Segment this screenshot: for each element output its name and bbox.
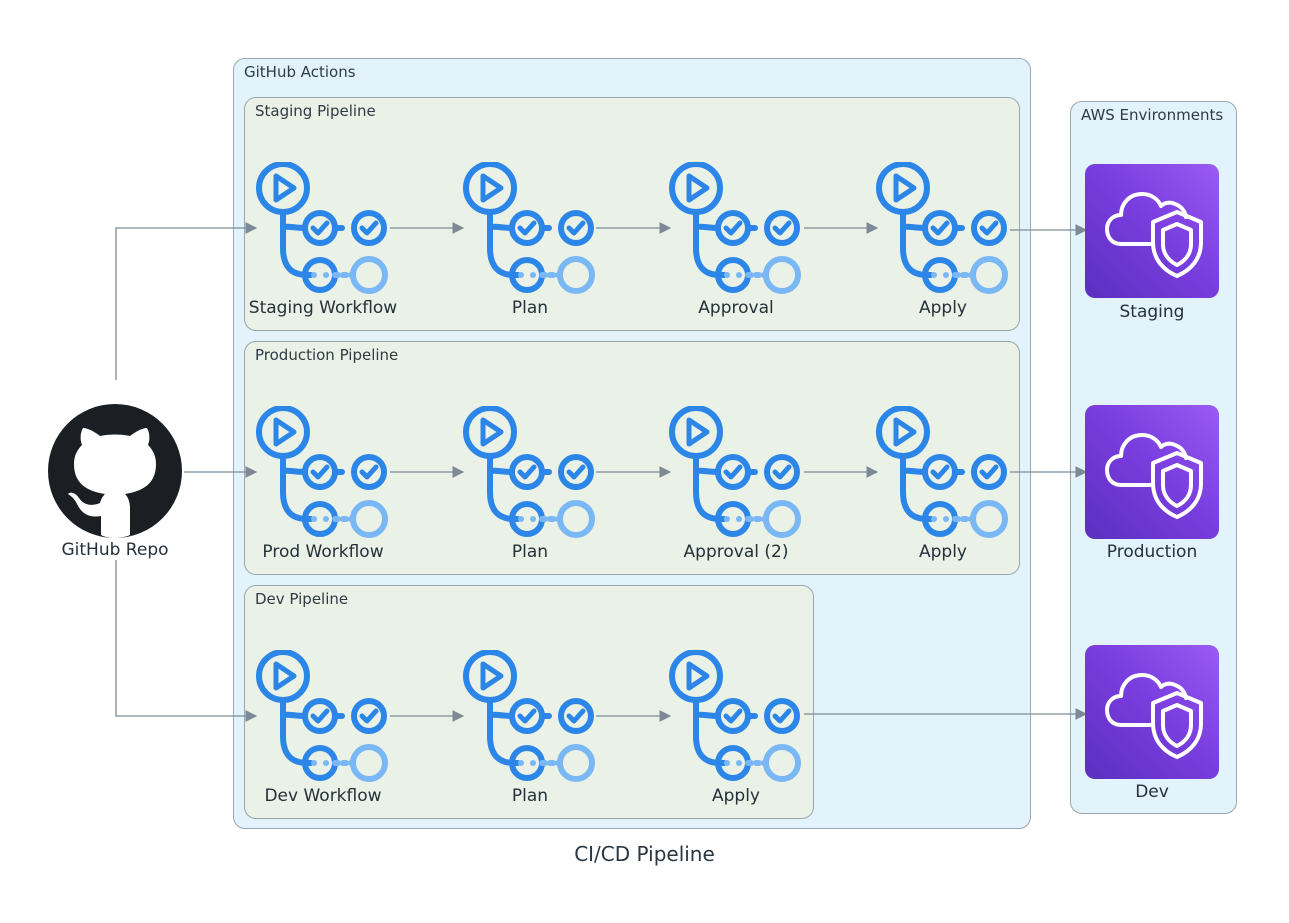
dev-workflow-node[interactable]: Dev Workflow	[255, 649, 391, 810]
aws-cloud-shield-icon	[1085, 405, 1219, 539]
step-label: Apply	[919, 542, 967, 562]
edge-repo-to-staging-workflow	[115, 222, 258, 380]
step-label: Dev Workflow	[264, 786, 382, 806]
step-label: Staging Workflow	[248, 298, 398, 318]
aws-target-label: Staging	[1119, 302, 1185, 322]
aws-cloud-shield-icon	[1085, 645, 1219, 779]
github-actions-workflow-icon	[256, 649, 388, 782]
edge-repo-to-dev-workflow	[115, 560, 258, 722]
diagram-caption: CI/CD Pipeline	[574, 842, 715, 866]
github-actions-workflow-icon	[256, 161, 388, 294]
github-actions-workflow-icon	[463, 161, 595, 294]
dev-apply-node[interactable]: Apply	[668, 649, 804, 810]
github-actions-workflow-icon	[463, 649, 595, 782]
github-actions-workflow-icon	[669, 405, 801, 538]
prod-approval-node[interactable]: Approval (2)	[668, 405, 804, 566]
dev-plan-node[interactable]: Plan	[462, 649, 598, 810]
staging-workflow-node[interactable]: Staging Workflow	[249, 161, 397, 322]
github-octocat-icon	[48, 404, 182, 538]
prod-workflow-node[interactable]: Prod Workflow	[255, 405, 391, 566]
github-actions-workflow-icon	[256, 405, 388, 538]
github-actions-workflow-icon	[463, 405, 595, 538]
staging-apply-node[interactable]: Apply	[875, 161, 1011, 322]
staging-plan-node[interactable]: Plan	[462, 161, 598, 322]
cicd-diagram: GitHub Actions Staging Pipeline Producti…	[0, 0, 1289, 923]
aws-target-label: Production	[1106, 542, 1198, 562]
step-label: Prod Workflow	[262, 542, 384, 562]
step-label: Plan	[511, 542, 549, 562]
step-label: Approval	[698, 298, 774, 318]
prod-apply-node[interactable]: Apply	[875, 405, 1011, 566]
step-label: Approval (2)	[683, 542, 789, 562]
github-actions-workflow-icon	[876, 161, 1008, 294]
aws-dev-node[interactable]: Dev	[1085, 645, 1219, 805]
staging-approval-node[interactable]: Approval	[668, 161, 804, 322]
step-label: Apply	[919, 298, 967, 318]
aws-production-node[interactable]: Production	[1085, 405, 1219, 565]
step-label: Plan	[511, 786, 549, 806]
github-actions-workflow-icon	[876, 405, 1008, 538]
step-label: Apply	[712, 786, 760, 806]
github-repo-node[interactable]: GitHub Repo	[46, 404, 184, 564]
github-actions-workflow-icon	[669, 649, 801, 782]
aws-target-label: Dev	[1135, 782, 1169, 802]
aws-cloud-shield-icon	[1085, 164, 1219, 298]
aws-staging-node[interactable]: Staging	[1085, 164, 1219, 324]
step-label: Plan	[511, 298, 549, 318]
github-actions-workflow-icon	[669, 161, 801, 294]
prod-plan-node[interactable]: Plan	[462, 405, 598, 566]
github-repo-label: GitHub Repo	[61, 540, 169, 560]
